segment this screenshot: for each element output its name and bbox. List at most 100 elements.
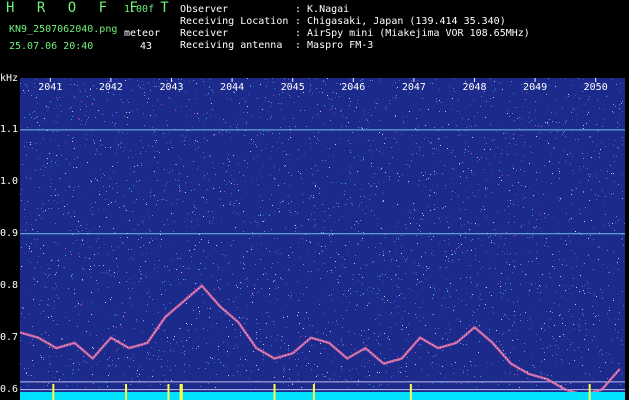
noise-dot bbox=[409, 137, 410, 138]
noise-dot bbox=[322, 160, 323, 161]
noise-dot bbox=[619, 124, 620, 125]
noise-dot bbox=[171, 380, 172, 381]
noise-dot bbox=[99, 361, 100, 362]
noise-dot bbox=[418, 229, 419, 230]
noise-dot bbox=[581, 357, 582, 358]
noise-dot bbox=[401, 329, 402, 330]
noise-dot bbox=[164, 375, 165, 376]
noise-dot bbox=[398, 312, 399, 313]
noise-dot bbox=[462, 252, 463, 253]
noise-dot bbox=[538, 97, 539, 98]
noise-dot bbox=[243, 257, 244, 258]
noise-dot bbox=[502, 251, 503, 252]
noise-dot bbox=[379, 279, 380, 280]
noise-dot bbox=[621, 239, 622, 240]
noise-dot bbox=[529, 162, 530, 163]
noise-dot bbox=[610, 338, 611, 339]
noise-dot bbox=[432, 298, 433, 299]
noise-dot bbox=[418, 126, 419, 127]
noise-dot bbox=[175, 108, 176, 109]
noise-dot bbox=[173, 339, 174, 340]
noise-dot bbox=[200, 263, 201, 264]
noise-dot bbox=[43, 359, 44, 360]
noise-dot bbox=[26, 177, 27, 178]
noise-dot bbox=[509, 190, 510, 191]
noise-dot bbox=[282, 154, 283, 155]
noise-dot bbox=[28, 375, 29, 376]
noise-dot bbox=[371, 377, 372, 378]
noise-dot bbox=[26, 244, 27, 245]
noise-dot bbox=[416, 153, 417, 154]
noise-dot bbox=[102, 114, 103, 115]
noise-dot bbox=[589, 176, 590, 177]
noise-dot bbox=[507, 200, 508, 201]
noise-dot bbox=[120, 324, 121, 325]
noise-dot bbox=[448, 294, 449, 295]
noise-dot bbox=[60, 178, 61, 179]
noise-dot bbox=[403, 122, 404, 123]
noise-dot bbox=[238, 163, 239, 164]
noise-dot bbox=[44, 316, 45, 317]
noise-dot bbox=[98, 209, 99, 210]
noise-dot bbox=[65, 317, 66, 318]
noise-dot bbox=[89, 269, 90, 270]
noise-dot bbox=[311, 195, 312, 196]
noise-dot bbox=[360, 196, 361, 197]
noise-dot bbox=[297, 353, 298, 354]
noise-dot bbox=[565, 136, 566, 137]
noise-dot bbox=[80, 124, 81, 125]
noise-dot bbox=[399, 149, 400, 150]
noise-dot bbox=[599, 246, 600, 247]
noise-dot bbox=[131, 337, 132, 338]
noise-dot bbox=[612, 341, 613, 342]
noise-dot bbox=[452, 254, 453, 255]
noise-dot bbox=[510, 371, 511, 372]
noise-dot bbox=[500, 345, 501, 346]
noise-dot bbox=[609, 307, 610, 308]
noise-dot bbox=[308, 78, 309, 79]
noise-dot bbox=[579, 326, 580, 327]
noise-dot bbox=[573, 324, 574, 325]
noise-dot bbox=[342, 256, 343, 257]
noise-dot bbox=[398, 266, 399, 267]
noise-dot bbox=[51, 316, 52, 317]
noise-dot bbox=[519, 387, 520, 388]
noise-dot bbox=[167, 183, 168, 184]
noise-dot bbox=[314, 212, 315, 213]
noise-dot bbox=[204, 157, 205, 158]
noise-dot bbox=[247, 163, 248, 164]
noise-dot bbox=[371, 356, 372, 357]
noise-dot bbox=[188, 213, 189, 214]
noise-dot bbox=[278, 185, 279, 186]
noise-dot bbox=[170, 370, 171, 371]
noise-dot bbox=[65, 78, 66, 79]
noise-dot bbox=[289, 126, 290, 127]
noise-dot bbox=[477, 112, 478, 113]
noise-dot bbox=[125, 333, 126, 334]
noise-dot bbox=[341, 340, 342, 341]
noise-dot bbox=[358, 373, 359, 374]
noise-dot bbox=[336, 203, 337, 204]
noise-dot bbox=[150, 192, 151, 193]
noise-dot bbox=[377, 218, 378, 219]
noise-dot bbox=[357, 171, 358, 172]
noise-dot bbox=[34, 87, 35, 88]
noise-dot bbox=[446, 317, 447, 318]
noise-dot bbox=[186, 340, 187, 341]
noise-dot bbox=[532, 261, 533, 262]
noise-dot bbox=[73, 167, 74, 168]
noise-dot bbox=[617, 337, 618, 338]
noise-dot bbox=[143, 220, 144, 221]
noise-dot bbox=[560, 314, 561, 315]
noise-dot bbox=[37, 103, 38, 104]
noise-dot bbox=[561, 359, 562, 360]
noise-dot bbox=[81, 225, 82, 226]
noise-dot bbox=[260, 236, 261, 237]
noise-dot bbox=[494, 243, 495, 244]
noise-dot bbox=[148, 289, 149, 290]
noise-dot bbox=[379, 132, 380, 133]
noise-dot bbox=[220, 118, 221, 119]
noise-dot bbox=[562, 107, 563, 108]
noise-dot bbox=[149, 359, 150, 360]
noise-dot bbox=[359, 121, 360, 122]
